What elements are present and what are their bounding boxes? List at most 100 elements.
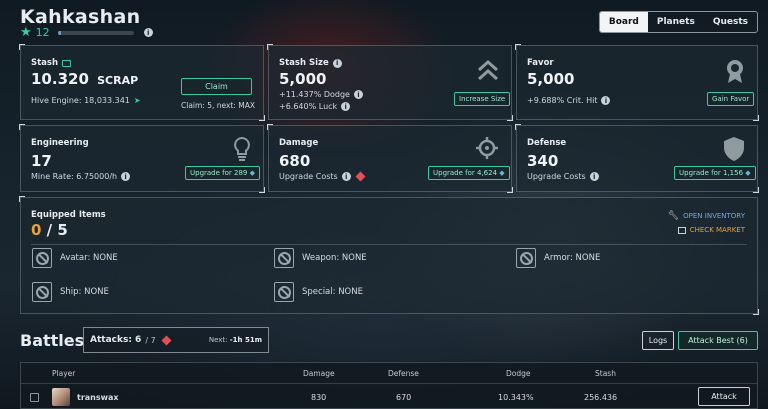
battles-title: Battles (20, 331, 85, 350)
column-header-dodge: Dodge (506, 369, 531, 378)
battles-table: Player Damage Defense Dodge Stash transw… (20, 362, 758, 409)
tab-quests[interactable]: Quests (704, 12, 757, 32)
next-attack-value: -1h 51m (229, 336, 262, 344)
info-icon[interactable]: i (341, 102, 351, 111)
info-icon[interactable]: i (589, 172, 599, 181)
empty-slot-icon (32, 248, 52, 268)
drop-icon: ◆ (499, 169, 505, 177)
upgrade-defense-label: Upgrade for 1,156 (679, 169, 744, 177)
info-icon[interactable]: i (332, 58, 342, 68)
level-number: 12 (35, 26, 50, 39)
drop-icon: ◆ (745, 169, 751, 177)
wallet-icon (62, 59, 72, 67)
dodge-bonus-text: +11.437% Dodge (279, 90, 350, 99)
next-attack-label: Next: (208, 336, 228, 344)
medal-icon (725, 58, 745, 90)
equipped-count-value: 0 (31, 221, 42, 239)
check-market-label: CHECK MARKET (689, 226, 745, 234)
upgrade-engineering-label: Upgrade for 289 (190, 169, 248, 177)
equipped-count: 0 / 5 (31, 221, 68, 239)
upgrade-damage-button[interactable]: Upgrade for 4,624 ◆ (428, 166, 510, 180)
empty-slot-icon (274, 282, 294, 302)
next-attack-timer: Next: -1h 51m (209, 336, 262, 344)
armor-slot-label: Armor: NONE (544, 253, 601, 263)
shield-icon (723, 136, 745, 168)
level-indicator: ★ 12 i (20, 25, 153, 40)
market-icon (677, 226, 686, 234)
hive-engine-text: Hive Engine: 18,033.341 (31, 96, 130, 105)
info-icon[interactable]: i (121, 172, 131, 181)
stash-label-text: Stash (31, 58, 59, 68)
column-header-stash: Stash (595, 369, 616, 378)
check-market-link[interactable]: CHECK MARKET (677, 226, 745, 234)
equipped-items-title: Equipped Items (31, 210, 106, 220)
tab-board[interactable]: Board (599, 12, 648, 32)
defense-value: 340 (527, 152, 559, 170)
defense-upgrade-costs-text: Upgrade Costs (527, 172, 586, 181)
stash-size-label-text: Stash Size (279, 58, 329, 68)
ship-slot-label: Ship: NONE (60, 287, 109, 297)
crosshair-icon (475, 136, 499, 166)
gain-favor-button[interactable]: Gain Favor (707, 92, 755, 106)
mine-rate-text: Mine Rate: 6.75000/h (31, 172, 118, 181)
attack-best-button[interactable]: Attack Best (6) (678, 331, 758, 350)
equipped-items-panel: Equipped Items 0 / 5 🔧︎ OPEN INVENTORY C… (19, 196, 759, 315)
upgrade-engineering-button[interactable]: Upgrade for 289 ◆ (185, 166, 260, 180)
claim-info: Claim: 5, next: MAX (181, 101, 256, 110)
table-row: transwax 830 670 10.343% 256.436 Attack (21, 383, 757, 409)
engineering-value: 17 (31, 152, 52, 170)
tab-planets[interactable]: Planets (648, 12, 704, 32)
open-inventory-link[interactable]: 🔧︎ OPEN INVENTORY (668, 211, 745, 221)
info-icon[interactable]: i (143, 28, 153, 37)
player-name[interactable]: transwax (77, 393, 119, 402)
armor-slot[interactable]: Armor: NONE (516, 248, 600, 268)
info-icon[interactable]: i (353, 90, 363, 99)
info-icon[interactable]: i (601, 96, 611, 105)
engineering-label: Engineering (31, 138, 89, 148)
double-chevron-up-icon (477, 58, 499, 88)
logs-button[interactable]: Logs (642, 331, 674, 350)
damage-upgrade-costs: Upgrade Costs i (279, 171, 366, 182)
lightbulb-icon (233, 136, 251, 168)
weapon-slot[interactable]: Weapon: NONE (274, 248, 367, 268)
increase-size-button[interactable]: Increase Size (454, 92, 511, 106)
favor-label: Favor (527, 58, 554, 68)
damage-card: Damage 680 Upgrade Costs i Upgrade for 4… (267, 124, 513, 193)
empty-slot-icon (274, 248, 294, 268)
attack-button[interactable]: Attack (698, 387, 750, 406)
column-header-damage: Damage (303, 369, 335, 378)
weapon-slot-label: Weapon: NONE (302, 253, 367, 263)
mine-rate: Mine Rate: 6.75000/h i (31, 172, 131, 181)
stash-unit: SCRAP (97, 74, 139, 87)
attacks-label: Attacks: 6 / 7 (90, 335, 172, 345)
avatar-slot-label: Avatar: NONE (60, 253, 118, 263)
crit-bonus-text: +9.688% Crit. Hit (527, 96, 598, 105)
damage-value: 680 (279, 152, 311, 170)
favor-value: 5,000 (527, 70, 575, 88)
favor-card: Favor 5,000 +9.688% Crit. Hit i Gain Fav… (515, 44, 759, 121)
luck-bonus-text: +6.640% Luck (279, 102, 338, 111)
claim-button[interactable]: Claim (181, 78, 252, 95)
ship-slot[interactable]: Ship: NONE (32, 282, 109, 302)
send-icon[interactable]: ➤ (134, 96, 141, 105)
row-checkbox[interactable] (30, 393, 39, 402)
column-header-player: Player (52, 369, 76, 378)
star-icon: ★ (20, 25, 32, 40)
diamond-icon (355, 171, 366, 182)
equipped-count-max: / 5 (46, 221, 68, 239)
wrench-icon: 🔧︎ (667, 211, 680, 221)
special-slot[interactable]: Special: NONE (274, 282, 363, 302)
stash-size-card: Stash Size i 5,000 +11.437% Dodge i +6.6… (267, 44, 513, 121)
open-inventory-label: OPEN INVENTORY (683, 212, 745, 220)
avatar-slot[interactable]: Avatar: NONE (32, 248, 118, 268)
empty-slot-icon (32, 282, 52, 302)
info-icon[interactable]: i (341, 172, 351, 181)
diamond-icon (161, 335, 172, 345)
dodge-cell: 10.343% (498, 393, 534, 402)
divider (31, 244, 747, 245)
upgrade-damage-label: Upgrade for 4,624 (433, 169, 498, 177)
upgrade-defense-button[interactable]: Upgrade for 1,156 ◆ (674, 166, 756, 180)
hive-engine-balance: Hive Engine: 18,033.341 ➤ (31, 96, 141, 105)
attacks-count: Attacks: 6 (90, 335, 142, 345)
empty-slot-icon (516, 248, 536, 268)
